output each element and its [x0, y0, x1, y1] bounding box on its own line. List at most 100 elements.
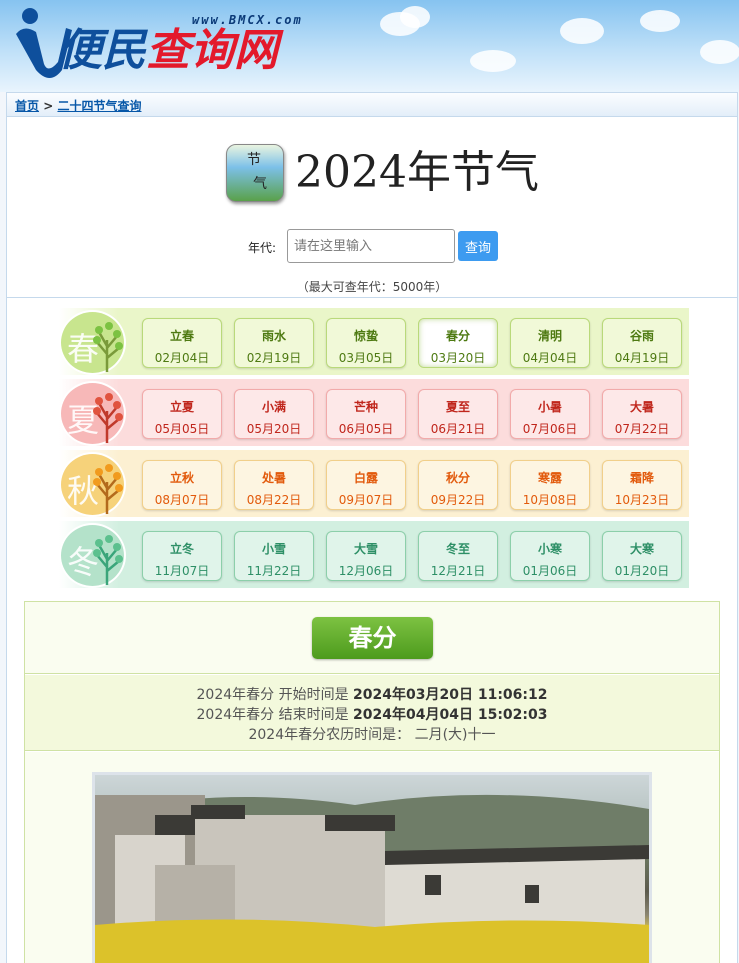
solar-term-button[interactable]: 立夏 05月05日 [142, 389, 222, 439]
search-note: （最大可查年代：5000年） [296, 280, 448, 294]
solar-term-date: 09月22日 [430, 493, 486, 507]
solar-term-button[interactable]: 清明 04月04日 [510, 318, 590, 368]
solar-term-date: 11月22日 [246, 564, 302, 578]
solar-term-button[interactable]: 芒种 06月05日 [326, 389, 406, 439]
solar-term-name: 大暑 [629, 400, 654, 414]
end-time-prefix: 2024年春分 结束时间是 [196, 707, 349, 723]
logo-text-red: 查询网 [146, 25, 278, 76]
solar-term-name: 雨水 [261, 329, 286, 343]
cloud-decoration [470, 50, 516, 72]
end-time-value: 2024年04月04日 15:02:03 [353, 707, 548, 723]
solar-term-date: 05月20日 [246, 422, 302, 436]
solar-term-button[interactable]: 小雪 11月22日 [234, 531, 314, 581]
term-detail-info: 2024年春分 开始时间是 2024年03月20日 11:06:12 2024年… [25, 675, 719, 751]
solar-term-date: 02月19日 [246, 351, 302, 365]
solar-term-date: 10月08日 [522, 493, 578, 507]
solar-term-date: 07月22日 [614, 422, 670, 436]
solar-term-date: 01月06日 [522, 564, 578, 578]
solar-term-name: 霜降 [629, 471, 654, 485]
lunar-time-line: 2024年春分农历时间是： 二月(大)十一 [248, 727, 496, 743]
logo-text: 便民查询网 [58, 26, 278, 76]
solar-term-name: 立冬 [169, 542, 194, 556]
solar-term-name: 小暑 [537, 400, 562, 414]
solar-term-date: 11月07日 [154, 564, 210, 578]
breadcrumb-separator: > [43, 99, 54, 113]
breadcrumb: 首页 > 二十四节气查询 [7, 93, 737, 117]
solar-term-name: 寒露 [537, 471, 562, 485]
solar-term-button[interactable]: 惊蛰 03月05日 [326, 318, 406, 368]
spring-village-photo [92, 772, 652, 963]
cloud-decoration [640, 10, 680, 32]
breadcrumb-home-link[interactable]: 首页 [15, 99, 39, 113]
solar-term-date: 08月22日 [246, 493, 302, 507]
solar-term-name: 清明 [537, 329, 562, 343]
search-form: 年代: 查询 [7, 229, 737, 263]
solar-term-name: 白露 [353, 471, 378, 485]
solar-term-name: 冬至 [445, 542, 470, 556]
title-row: 节 气 2024年节气 [7, 143, 737, 203]
solar-term-button[interactable]: 夏至 06月21日 [418, 389, 498, 439]
end-time-line: 2024年春分 结束时间是 2024年04月04日 15:02:03 [25, 705, 719, 725]
solar-term-button[interactable]: 立冬 11月07日 [142, 531, 222, 581]
season-badge: 夏 [59, 381, 126, 446]
solar-term-button[interactable]: 雨水 02月19日 [234, 318, 314, 368]
season-badge: 冬 [59, 523, 126, 588]
solar-term-button[interactable]: 秋分 09月22日 [418, 460, 498, 510]
solar-term-name: 夏至 [445, 400, 470, 414]
solar-term-name: 大寒 [629, 542, 654, 556]
solar-term-button[interactable]: 立春 02月04日 [142, 318, 222, 368]
tree-icon [93, 322, 123, 372]
solar-term-name: 处暑 [261, 471, 286, 485]
solar-term-date: 12月06日 [338, 564, 394, 578]
season-row: 夏 立夏 05月05日 小满 05月20日 芒种 06月05日 夏至 06月21日 小暑 07月06… [59, 379, 689, 446]
tree-icon [93, 393, 123, 443]
solar-term-date: 06月05日 [338, 422, 394, 436]
start-time-prefix: 2024年春分 开始时间是 [196, 687, 349, 703]
solar-term-date: 10月23日 [614, 493, 670, 507]
solar-term-date: 04月04日 [522, 351, 578, 365]
site-logo[interactable]: www.BMCX.com 便民查询网 [14, 4, 324, 80]
start-time-line: 2024年春分 开始时间是 2024年03月20日 11:06:12 [25, 685, 719, 705]
tree-icon [93, 464, 123, 514]
term-detail-title: 春分 [312, 617, 433, 659]
solar-term-app-icon: 节 气 [226, 144, 284, 202]
solar-term-button[interactable]: 小寒 01月06日 [510, 531, 590, 581]
season-row: 冬 立冬 11月07日 小雪 11月22日 大雪 12月06日 冬至 12月21日 小寒 01月06… [59, 521, 689, 588]
solar-term-button[interactable]: 大寒 01月20日 [602, 531, 682, 581]
solar-term-name: 大雪 [353, 542, 378, 556]
start-time-value: 2024年03月20日 11:06:12 [353, 687, 548, 703]
icon-char-top: 节 [247, 152, 261, 168]
solar-term-date: 03月05日 [338, 351, 394, 365]
solar-term-button[interactable]: 冬至 12月21日 [418, 531, 498, 581]
solar-term-date: 01月20日 [614, 564, 670, 578]
solar-term-button[interactable]: 处暑 08月22日 [234, 460, 314, 510]
solar-term-button[interactable]: 春分 03月20日 [418, 318, 498, 368]
solar-term-button[interactable]: 立秋 08月07日 [142, 460, 222, 510]
tree-icon [93, 535, 123, 585]
solar-term-button[interactable]: 大暑 07月22日 [602, 389, 682, 439]
logo-text-blue: 便民 [58, 25, 146, 76]
solar-term-name: 芒种 [353, 400, 378, 414]
site-header: www.BMCX.com 便民查询网 [0, 0, 739, 92]
solar-term-date: 12月21日 [430, 564, 486, 578]
solar-term-name: 立春 [169, 329, 194, 343]
cloud-decoration [700, 40, 739, 64]
solar-term-date: 06月21日 [430, 422, 486, 436]
solar-term-button[interactable]: 小满 05月20日 [234, 389, 314, 439]
solar-term-button[interactable]: 霜降 10月23日 [602, 460, 682, 510]
solar-term-date: 04月19日 [614, 351, 670, 365]
solar-term-button[interactable]: 大雪 12月06日 [326, 531, 406, 581]
solar-term-button[interactable]: 寒露 10月08日 [510, 460, 590, 510]
term-detail-panel: 春分 2024年春分 开始时间是 2024年03月20日 11:06:12 20… [24, 601, 720, 963]
solar-term-button[interactable]: 谷雨 04月19日 [602, 318, 682, 368]
solar-term-button[interactable]: 小暑 07月06日 [510, 389, 590, 439]
query-button[interactable]: 查询 [458, 231, 498, 261]
solar-term-button[interactable]: 白露 09月07日 [326, 460, 406, 510]
solar-term-name: 立秋 [169, 471, 194, 485]
solar-term-date: 08月07日 [154, 493, 210, 507]
solar-term-date: 02月04日 [154, 351, 210, 365]
solar-term-date: 05月05日 [154, 422, 210, 436]
season-row: 春 立春 02月04日 雨水 02月19日 惊蛰 03月05日 春分 03月20日 清明 04月04… [59, 308, 689, 375]
year-input[interactable] [287, 229, 455, 263]
breadcrumb-current-link[interactable]: 二十四节气查询 [57, 99, 141, 113]
